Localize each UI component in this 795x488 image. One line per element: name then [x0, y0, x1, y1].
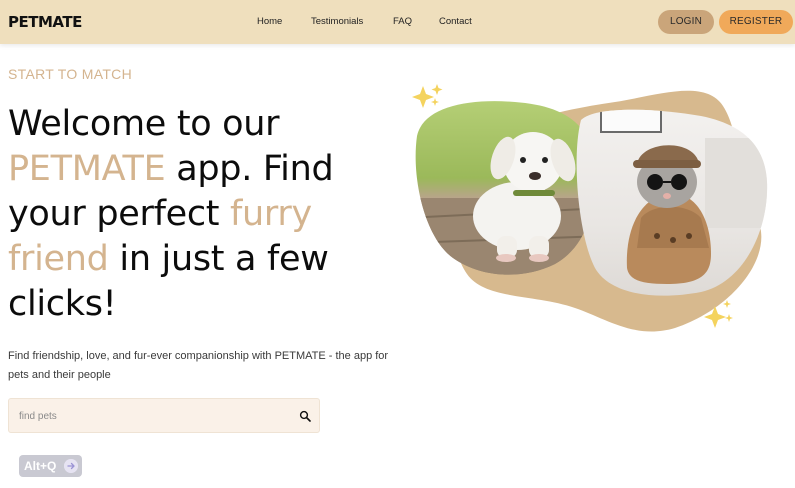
nav-testimonials[interactable]: Testimonials	[311, 16, 363, 27]
arrow-right-icon	[64, 459, 78, 473]
search-input[interactable]	[19, 408, 289, 424]
search-bar	[8, 398, 320, 433]
headline-accent-petmate: PETMATE	[8, 149, 166, 189]
logo[interactable]: PETMATE	[8, 13, 82, 31]
headline-accent-furry: furry	[230, 194, 312, 234]
headline-line-3-text: your perfect	[8, 194, 231, 234]
hero-headline: Welcome to our PETMATE app. Find your pe…	[8, 102, 398, 327]
hero-subtext: Find friendship, love, and fur-ever comp…	[8, 350, 389, 381]
top-navbar: PETMATE Home Testimonials FAQ Contact LO…	[0, 0, 795, 44]
shortcut-badge[interactable]: Alt+Q	[19, 455, 82, 477]
register-button[interactable]: REGISTER	[719, 10, 793, 34]
nav-faq[interactable]: FAQ	[393, 16, 412, 27]
login-button[interactable]: LOGIN	[658, 10, 714, 34]
headline-line-2-rest: app. Find	[165, 149, 334, 189]
shortcut-label: Alt+Q	[24, 459, 57, 473]
headline-accent-friend: friend	[8, 239, 109, 279]
headline-line-4-rest: in just a few	[108, 239, 329, 279]
eyebrow-text: START TO MATCH	[8, 66, 132, 82]
sparkle-icon-top	[412, 84, 443, 108]
search-icon[interactable]	[299, 410, 311, 422]
nav-home[interactable]: Home	[257, 16, 282, 27]
nav-contact[interactable]: Contact	[439, 16, 472, 27]
headline-line-1: Welcome to our	[8, 104, 280, 144]
hero-illustration	[412, 84, 768, 332]
headline-line-5: clicks!	[8, 284, 117, 324]
